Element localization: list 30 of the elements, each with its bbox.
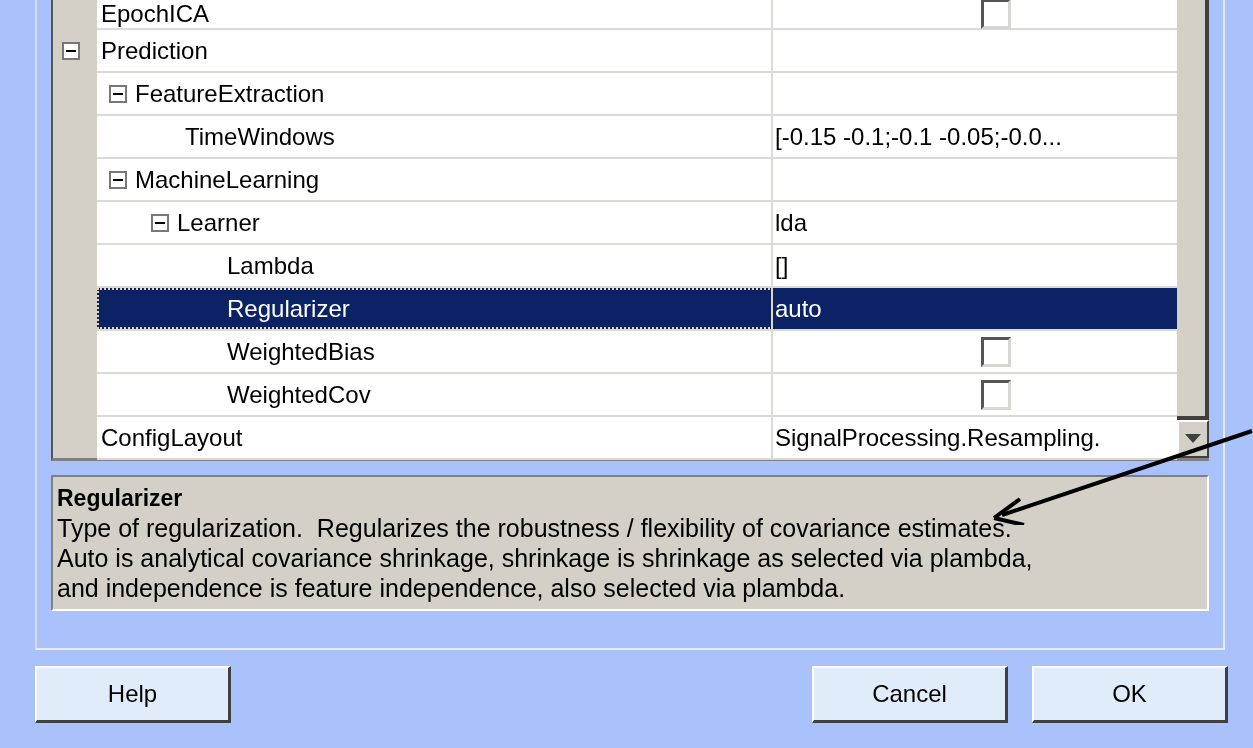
ok-button[interactable]: OK [1032, 666, 1228, 723]
collapse-icon[interactable] [151, 213, 169, 232]
property-name: WeightedCov [227, 380, 371, 409]
checkbox[interactable] [981, 336, 1011, 367]
property-name: Regularizer [227, 294, 350, 323]
property-value: lda [775, 208, 808, 237]
checkbox[interactable] [981, 379, 1011, 410]
scrollbar[interactable] [1177, 0, 1209, 458]
property-name: MachineLearning [135, 165, 320, 194]
property-value: auto [775, 294, 822, 323]
property-name: WeightedBias [227, 337, 375, 366]
property-value: SignalProcessing.Resampling. [775, 423, 1101, 452]
collapse-icon[interactable] [109, 170, 127, 189]
checkbox[interactable] [981, 0, 1011, 29]
down-arrow-icon [1185, 434, 1201, 444]
cancel-button[interactable]: Cancel [812, 666, 1008, 723]
property-name-cell[interactable]: Regularizer [97, 288, 773, 329]
property-name: TimeWindows [185, 122, 335, 151]
property-name: EpochICA [101, 0, 210, 28]
property-name: Prediction [101, 36, 208, 65]
description-text: Type of regularization. Regularizes the robustness / flexibility of covariance estimates. Auto is analytical covariance shrinkage, shrinkage is shrinkage as selected via plambda, and independence is feature independence, also selected via plambda. [57, 513, 1034, 603]
property-value: [] [775, 251, 789, 280]
property-name: Lambda [227, 251, 314, 280]
property-value: [-0.15 -0.1;-0.1 -0.05;-0.0... [775, 122, 1062, 151]
collapse-icon[interactable] [109, 84, 127, 103]
property-name: FeatureExtraction [135, 79, 325, 108]
property-name: ConfigLayout [101, 423, 243, 452]
property-name: Learner [177, 208, 260, 237]
description-title: Regularizer [57, 484, 184, 513]
help-button[interactable]: Help [35, 666, 231, 723]
